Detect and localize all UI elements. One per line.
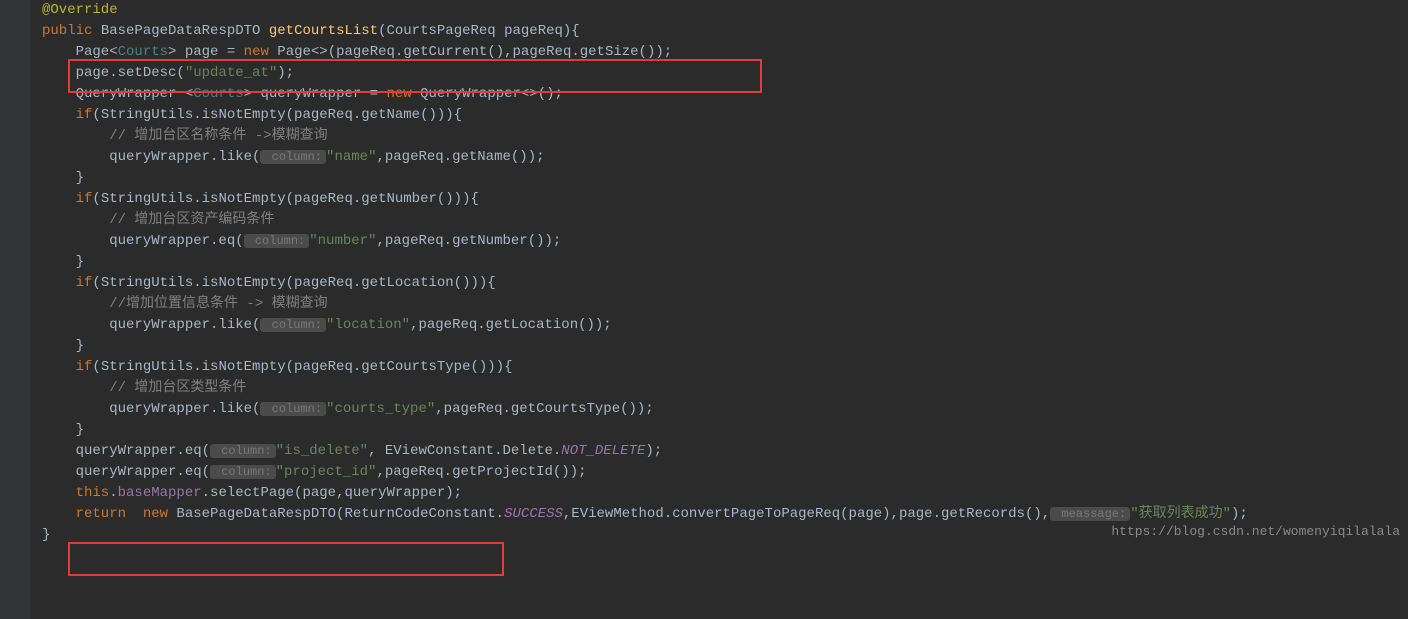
code-line: public BasePageDataRespDTO getCourtsList… (42, 21, 1408, 42)
gutter (0, 0, 30, 619)
code-line: // 增加台区名称条件 ->模糊查询 (42, 126, 1408, 147)
code-line: queryWrapper.eq( column:"number",pageReq… (42, 231, 1408, 252)
code-line: QueryWrapper <Courts> queryWrapper = new… (42, 84, 1408, 105)
param-hint: column: (260, 150, 326, 164)
code-line: if(StringUtils.isNotEmpty(pageReq.getNum… (42, 189, 1408, 210)
code-line: } (42, 336, 1408, 357)
code-line: queryWrapper.like( column:"courts_type",… (42, 399, 1408, 420)
code-line: page.setDesc("update_at"); (42, 63, 1408, 84)
code-line: // 增加台区类型条件 (42, 378, 1408, 399)
code-line: @Override (42, 0, 1408, 21)
code-line: } (42, 168, 1408, 189)
code-line: this.baseMapper.selectPage(page,queryWra… (42, 483, 1408, 504)
param-hint: column: (210, 465, 276, 479)
code-line: // 增加台区资产编码条件 (42, 210, 1408, 231)
code-line: Page<Courts> page = new Page<>(pageReq.g… (42, 42, 1408, 63)
code-line: queryWrapper.eq( column:"project_id",pag… (42, 462, 1408, 483)
code-line: if(StringUtils.isNotEmpty(pageReq.getNam… (42, 105, 1408, 126)
watermark: https://blog.csdn.net/womenyiqilalala (1111, 521, 1400, 542)
param-hint: column: (260, 318, 326, 332)
code-line: if(StringUtils.isNotEmpty(pageReq.getCou… (42, 357, 1408, 378)
code-line: queryWrapper.like( column:"location",pag… (42, 315, 1408, 336)
highlight-box-2 (68, 542, 504, 576)
code-line: queryWrapper.like( column:"name",pageReq… (42, 147, 1408, 168)
param-hint: meassage: (1050, 507, 1130, 521)
param-hint: column: (210, 444, 276, 458)
code-line: queryWrapper.eq( column:"is_delete", EVi… (42, 441, 1408, 462)
param-hint: column: (244, 234, 310, 248)
code-editor: @Override public BasePageDataRespDTO get… (0, 0, 1408, 546)
code-line: if(StringUtils.isNotEmpty(pageReq.getLoc… (42, 273, 1408, 294)
code-line: //增加位置信息条件 -> 模糊查询 (42, 294, 1408, 315)
code-line: } (42, 420, 1408, 441)
param-hint: column: (260, 402, 326, 416)
code-line: } (42, 252, 1408, 273)
code-content: @Override public BasePageDataRespDTO get… (12, 0, 1408, 546)
